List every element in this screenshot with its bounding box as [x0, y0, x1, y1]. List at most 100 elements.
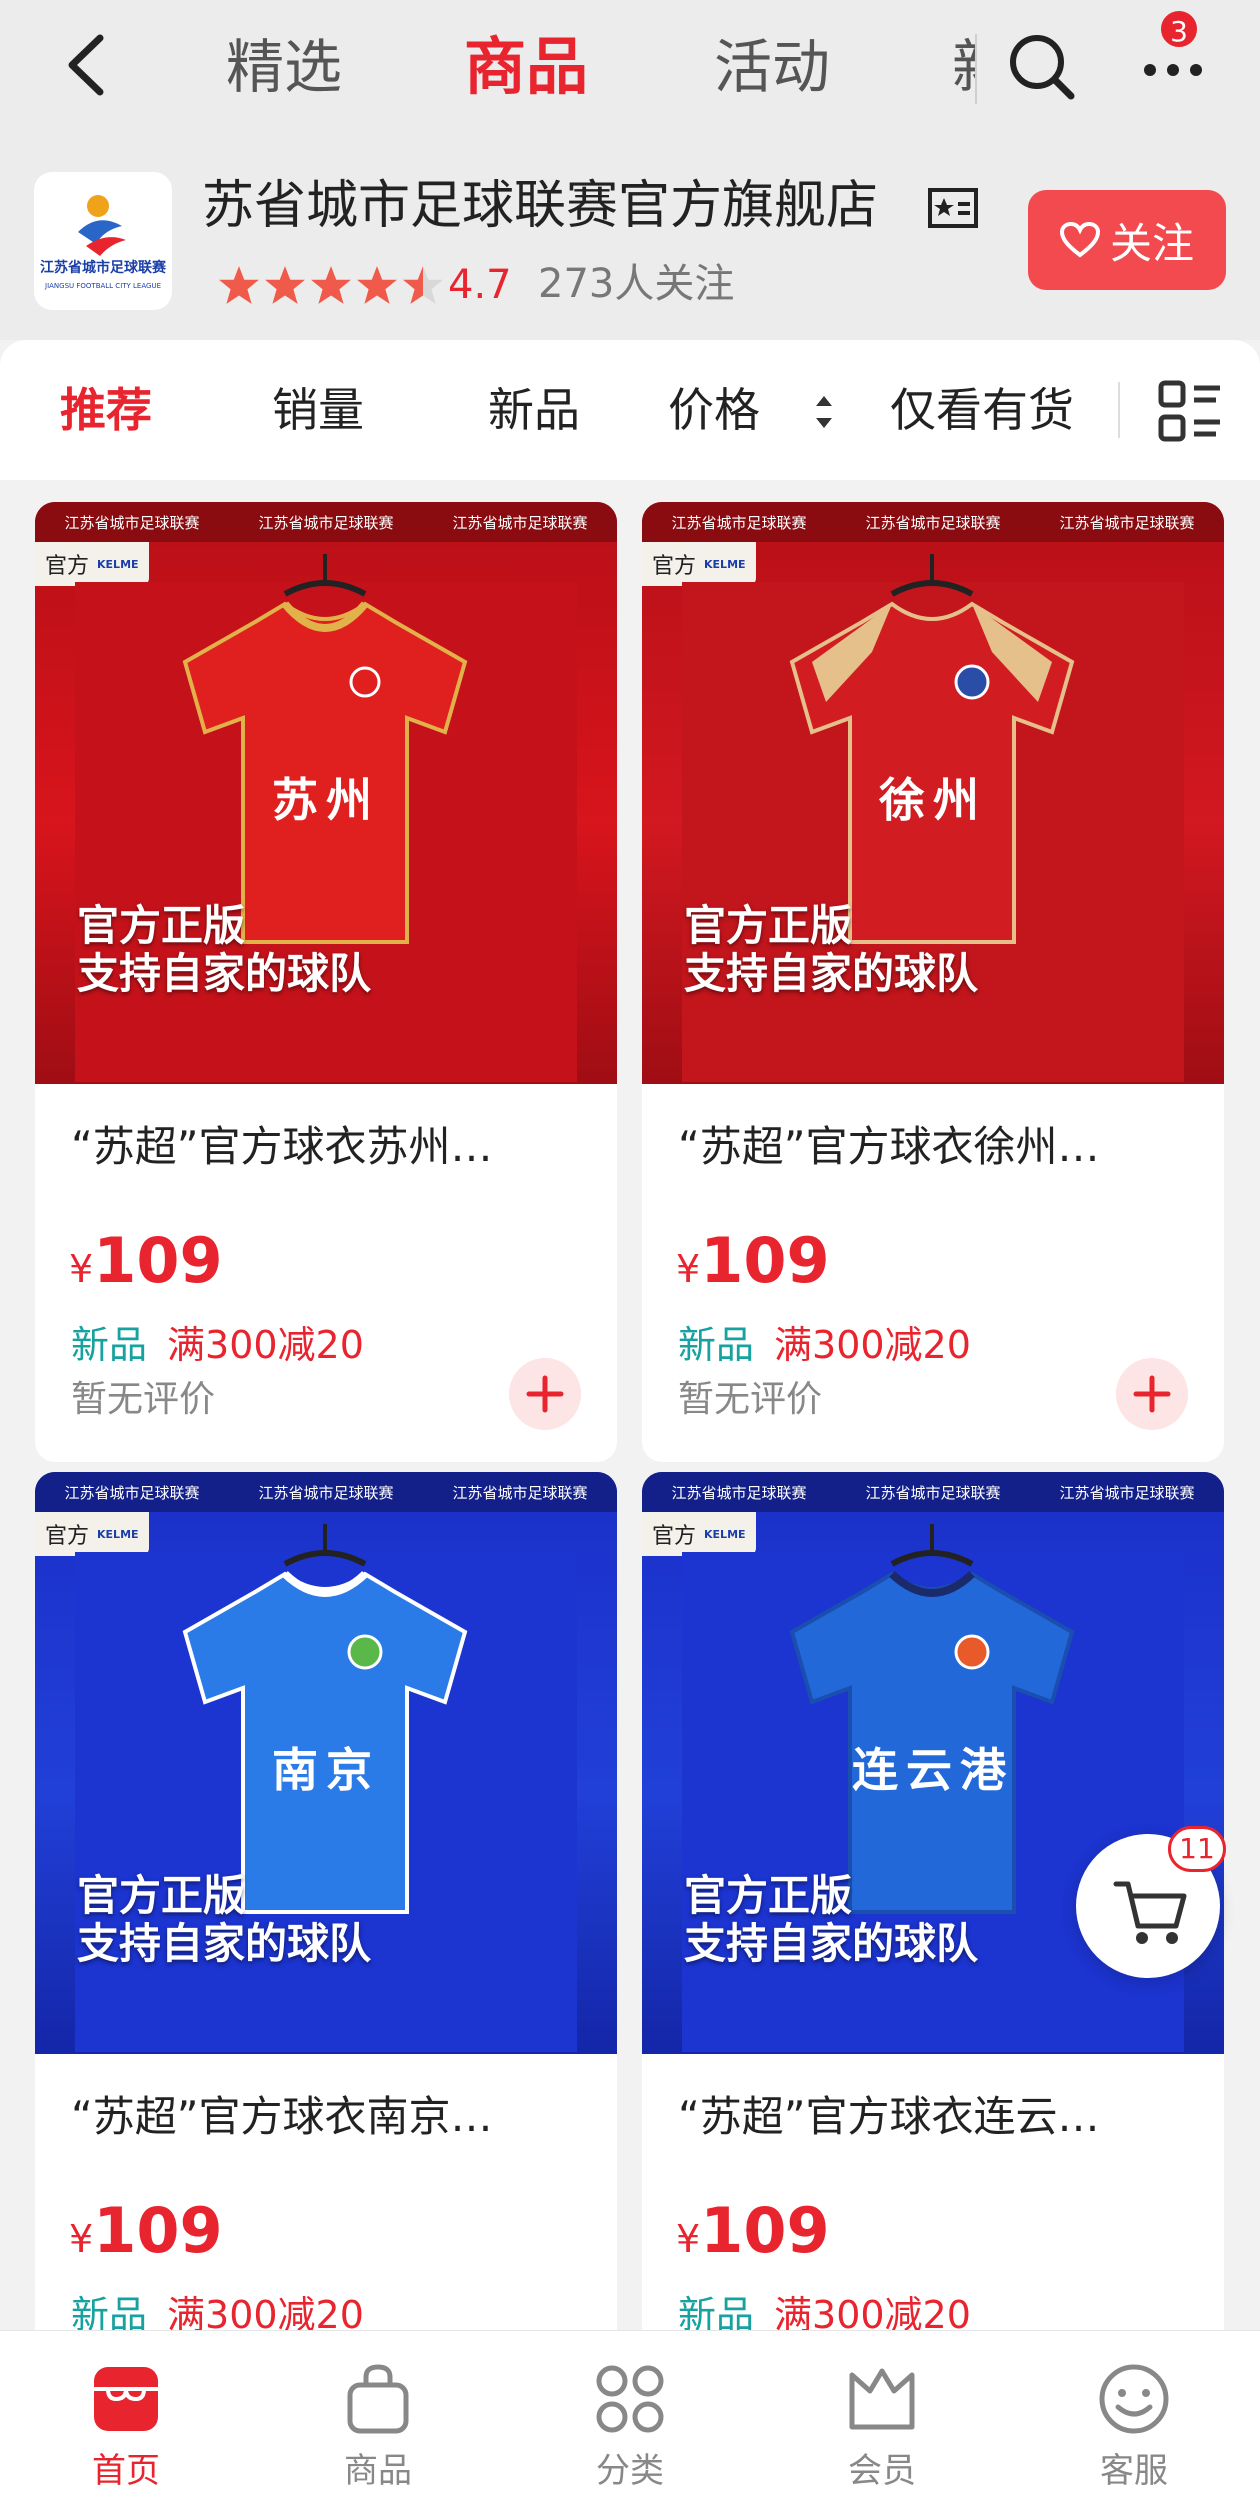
jersey-city-text: 苏州	[272, 773, 380, 827]
banner-text: 江苏省城市足球联赛	[671, 1483, 807, 1502]
star-icon	[265, 266, 305, 304]
overlay-line: 官方正版	[684, 1871, 853, 1920]
star-icon	[219, 266, 259, 304]
currency-symbol: ¥	[69, 2217, 94, 2261]
image-overlay-text: 官方正版 支持自家的球队	[684, 1872, 978, 1968]
follower-count: 273人关注	[538, 261, 735, 307]
store-name[interactable]: 苏省城市足球联赛官方旗舰店	[202, 164, 878, 248]
currency-symbol: ¥	[676, 2217, 701, 2261]
sort-arrows-icon[interactable]	[812, 392, 836, 432]
product-card[interactable]: 江苏省城市足球联赛 江苏省城市足球联赛 江苏省城市足球联赛 官方 KELME 苏…	[35, 502, 617, 1462]
message-badge: 3	[1158, 8, 1200, 50]
new-tag: 新品	[678, 1323, 755, 1367]
product-price: ¥109	[676, 1224, 830, 1297]
star-icon	[311, 266, 351, 304]
sort-price[interactable]: 价格	[668, 378, 760, 442]
add-to-cart-plus-icon[interactable]	[1116, 1358, 1188, 1430]
filter-in-stock[interactable]: 仅看有货	[890, 378, 1074, 442]
store-header: 江苏省城市足球联赛 JIANGSU FOOTBALL CITY LEAGUE 苏…	[0, 160, 1260, 340]
bottom-nav: 首页 商品 分类 会员 客服	[0, 2330, 1260, 2501]
follow-button[interactable]: 关注	[1028, 190, 1226, 290]
jersey-city-text: 连云港	[852, 1743, 1014, 1797]
sort-recommend[interactable]: 推荐	[60, 378, 152, 442]
image-banner: 江苏省城市足球联赛 江苏省城市足球联赛 江苏省城市足球联赛	[642, 1472, 1224, 1512]
overlay-line: 支持自家的球队	[77, 949, 372, 998]
overlay-line: 官方正版	[684, 901, 853, 950]
nav-products[interactable]: 商品	[252, 2331, 504, 2501]
tab-new[interactable]: 新	[952, 22, 975, 112]
currency-symbol: ¥	[69, 1247, 94, 1291]
banner-text: 江苏省城市足球联赛	[865, 513, 1001, 532]
nav-service[interactable]: 客服	[1008, 2331, 1260, 2501]
shop-home-icon	[94, 2367, 158, 2431]
image-overlay-text: 官方正版 支持自家的球队	[77, 902, 371, 998]
price-value: 109	[93, 1224, 223, 1297]
follow-label: 关注	[1109, 218, 1194, 268]
product-card[interactable]: 江苏省城市足球联赛 江苏省城市足球联赛 江苏省城市足球联赛 官方 KELME 南…	[35, 1472, 617, 2432]
nav-label: 客服	[1100, 2451, 1168, 2491]
banner-text: 江苏省城市足球联赛	[64, 1483, 200, 1502]
nav-home[interactable]: 首页	[0, 2331, 252, 2501]
rating-stars	[218, 264, 444, 308]
image-banner: 江苏省城市足球联赛 江苏省城市足球联赛 江苏省城市足球联赛	[642, 502, 1224, 542]
add-to-cart-plus-icon[interactable]	[509, 1358, 581, 1430]
promo-tag: 满300减20	[167, 1323, 364, 1367]
overlay-line: 支持自家的球队	[684, 1919, 979, 1968]
review-status: 暂无评价	[678, 1379, 823, 1420]
tab-events[interactable]: 活动	[714, 22, 830, 112]
currency-symbol: ¥	[676, 1247, 701, 1291]
overlay-line: 官方正版	[77, 901, 246, 950]
nav-label: 首页	[92, 2451, 160, 2491]
promo-tag: 满300减20	[774, 1323, 971, 1367]
nav-member[interactable]: 会员	[756, 2331, 1008, 2501]
banner-text: 江苏省城市足球联赛	[671, 513, 807, 532]
sort-new[interactable]: 新品	[488, 378, 580, 442]
product-image[interactable]: 江苏省城市足球联赛 江苏省城市足球联赛 江苏省城市足球联赛 官方 KELME 徐…	[642, 502, 1224, 1084]
overlay-line: 支持自家的球队	[684, 949, 979, 998]
product-image[interactable]: 江苏省城市足球联赛 江苏省城市足球联赛 江苏省城市足球联赛 官方 KELME 南…	[35, 1472, 617, 2054]
banner-text: 江苏省城市足球联赛	[865, 1483, 1001, 1502]
layout-toggle-icon[interactable]	[1158, 380, 1222, 442]
banner-text: 江苏省城市足球联赛	[258, 513, 394, 532]
image-banner: 江苏省城市足球联赛 江苏省城市足球联赛 江苏省城市足球联赛	[35, 1472, 617, 1512]
cart-count-badge: 11	[1168, 1826, 1226, 1872]
sort-bar: 推荐 销量 新品 价格 仅看有货	[0, 340, 1260, 480]
svg-text:江苏省城市足球联赛: 江苏省城市足球联赛	[40, 259, 167, 276]
tab-featured[interactable]: 精选	[226, 22, 342, 112]
store-rating: 4.7	[448, 262, 512, 308]
banner-text: 江苏省城市足球联赛	[258, 1483, 394, 1502]
heart-icon	[1059, 222, 1100, 258]
new-tag: 新品	[71, 1323, 148, 1367]
overlay-line: 官方正版	[77, 1871, 246, 1920]
nav-label: 会员	[848, 2451, 916, 2491]
product-title[interactable]: “苏超”官方球衣徐州…	[678, 1102, 1188, 1192]
tab-strip: 精选 商品 活动 新	[200, 22, 975, 112]
league-logo-icon: 江苏省城市足球联赛 JIANGSU FOOTBALL CITY LEAGUE	[40, 195, 167, 290]
search-icon[interactable]	[1005, 30, 1077, 102]
image-overlay-text: 官方正版 支持自家的球队	[77, 1872, 371, 1968]
product-price: ¥109	[676, 2194, 830, 2267]
product-tags: 新品 满300减20	[71, 1314, 364, 1369]
product-card[interactable]: 江苏省城市足球联赛 江苏省城市足球联赛 江苏省城市足球联赛 官方 KELME 徐…	[642, 502, 1224, 1462]
back-arrow-icon[interactable]	[60, 30, 120, 100]
sort-sales[interactable]: 销量	[272, 378, 364, 442]
jersey-city-text: 南京	[272, 1743, 380, 1797]
banner-text: 江苏省城市足球联赛	[1059, 513, 1195, 532]
product-title[interactable]: “苏超”官方球衣苏州…	[71, 1102, 581, 1192]
jersey-city-text: 徐州	[879, 773, 987, 827]
price-value: 109	[700, 2194, 830, 2267]
nav-label: 分类	[596, 2451, 664, 2491]
overlay-line: 支持自家的球队	[77, 1919, 372, 1968]
banner-text: 江苏省城市足球联赛	[452, 513, 588, 532]
category-icon	[596, 2365, 664, 2433]
bag-icon	[347, 2364, 409, 2434]
half-star-icon	[403, 266, 443, 304]
product-tags: 新品 满300减20	[678, 1314, 971, 1369]
product-title[interactable]: “苏超”官方球衣连云…	[678, 2072, 1188, 2162]
product-image[interactable]: 江苏省城市足球联赛 江苏省城市足球联赛 江苏省城市足球联赛 官方 KELME 苏…	[35, 502, 617, 1084]
top-bar: 精选 商品 活动 新 3	[0, 0, 1260, 160]
nav-category[interactable]: 分类	[504, 2331, 756, 2501]
tab-products[interactable]: 商品	[464, 22, 588, 112]
store-logo[interactable]: 江苏省城市足球联赛 JIANGSU FOOTBALL CITY LEAGUE	[34, 172, 172, 310]
product-title[interactable]: “苏超”官方球衣南京…	[71, 2072, 581, 2162]
